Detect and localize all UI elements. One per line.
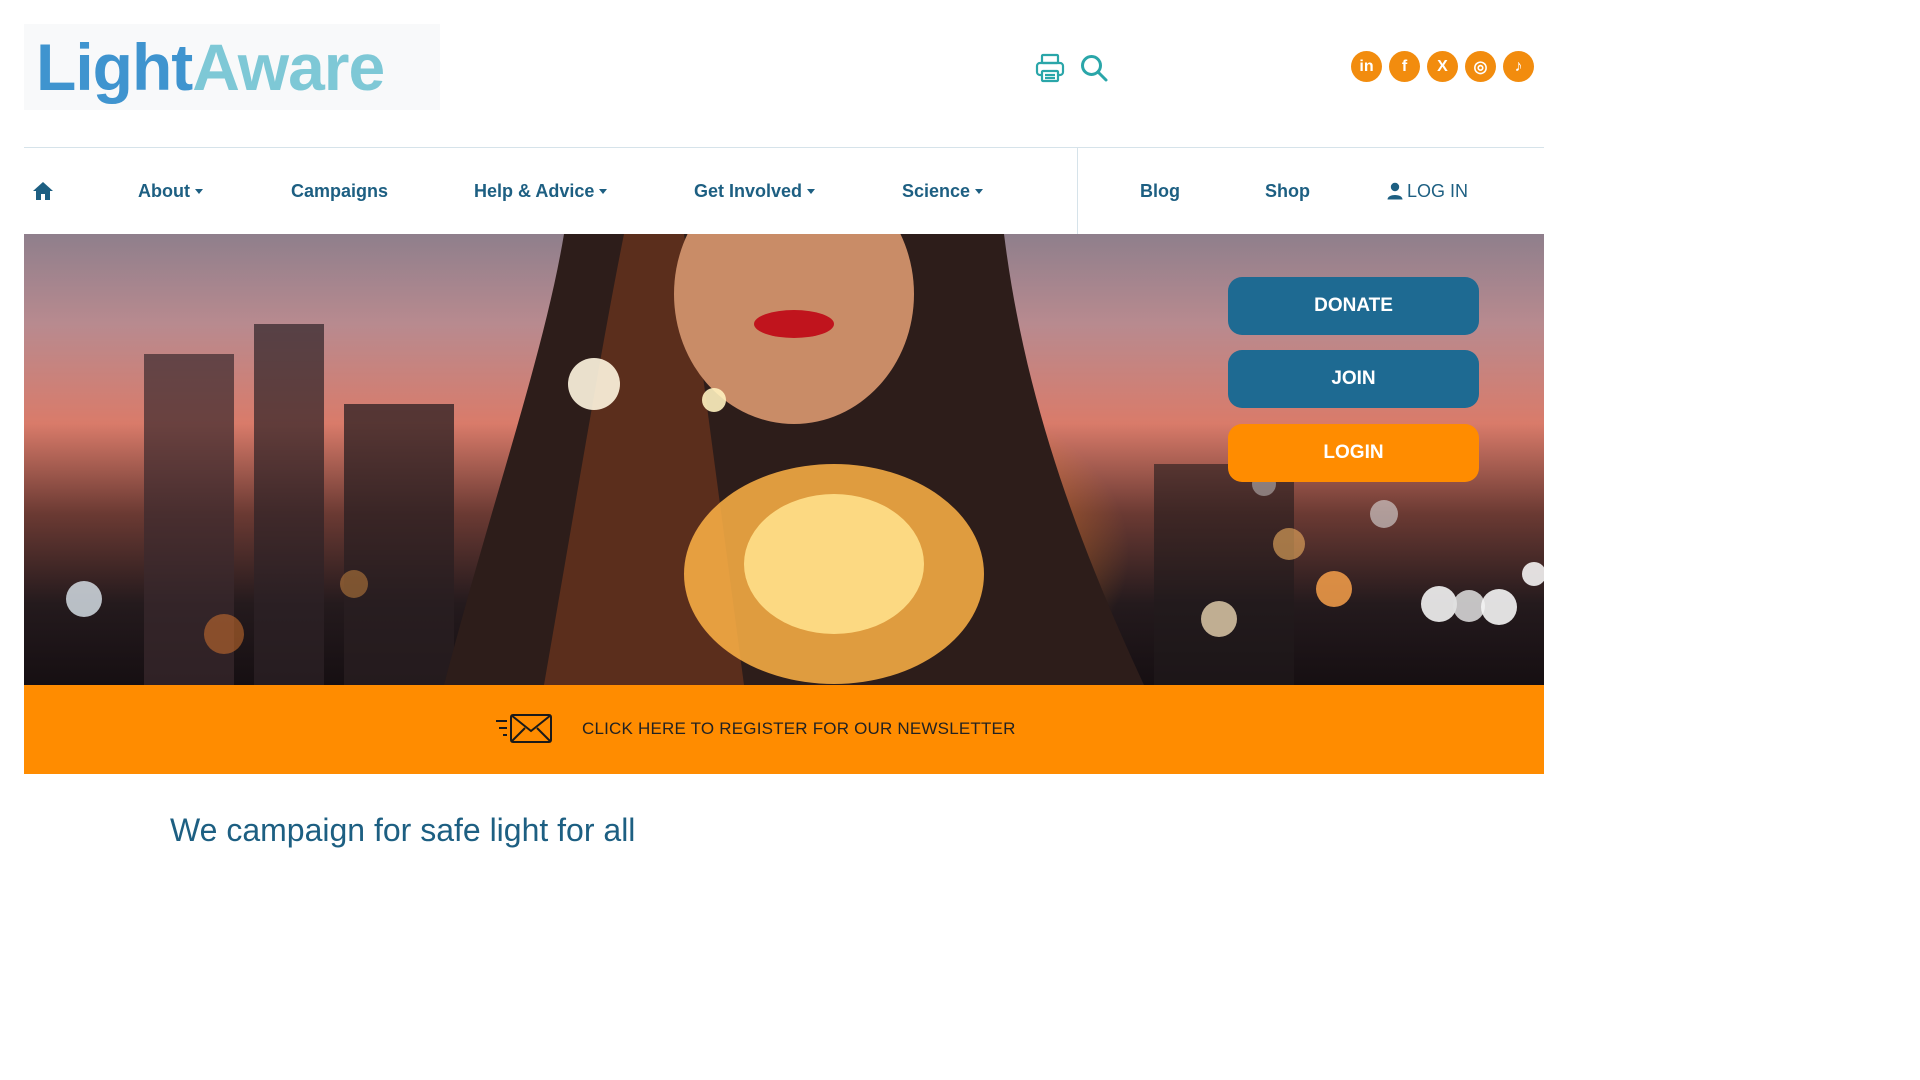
nav-shop-label: Shop <box>1265 180 1310 201</box>
home-icon <box>33 182 53 200</box>
user-icon <box>1387 182 1403 200</box>
search-icon[interactable] <box>1076 50 1112 86</box>
nav-login-label: LOG IN <box>1407 180 1469 201</box>
tiktok-icon[interactable]: ♪ <box>1503 51 1534 82</box>
x-icon[interactable]: X <box>1427 51 1458 82</box>
nav-science[interactable]: Science <box>902 148 984 234</box>
login-button[interactable]: LOGIN <box>1228 424 1479 482</box>
nav-campaigns-label: Campaigns <box>291 180 389 201</box>
nav-login[interactable]: LOG IN <box>1387 148 1468 234</box>
logo-light: Light <box>36 30 193 104</box>
logo-text: LightAware <box>36 34 385 100</box>
newsletter-banner[interactable]: CLICK HERE TO REGISTER FOR OUR NEWSLETTE… <box>24 685 1544 774</box>
chevron-down-icon <box>599 188 608 194</box>
nav-about[interactable]: About <box>138 148 203 234</box>
nav-blog-label: Blog <box>1140 180 1180 201</box>
hero-banner: DONATE JOIN LOGIN <box>24 234 1544 685</box>
envelope-icon <box>496 714 552 743</box>
nav-campaigns[interactable]: Campaigns <box>291 148 388 234</box>
nav-help-advice-label: Help & Advice <box>474 180 595 201</box>
join-button[interactable]: JOIN <box>1228 350 1479 408</box>
donate-button[interactable]: DONATE <box>1228 277 1479 335</box>
nav-divider <box>1077 148 1078 234</box>
printer-icon[interactable] <box>1032 50 1068 86</box>
nav-get-involved-label: Get Involved <box>694 180 803 201</box>
nav-home[interactable] <box>32 148 54 234</box>
logo-aware: Aware <box>192 30 385 104</box>
chevron-down-icon <box>975 188 984 194</box>
nav-shop[interactable]: Shop <box>1265 148 1310 234</box>
main-nav: About Campaigns Help & Advice Get Involv… <box>24 148 1544 234</box>
site-logo[interactable]: LightAware <box>24 24 440 110</box>
chevron-down-icon <box>194 188 203 194</box>
linkedin-icon[interactable]: in <box>1351 51 1382 82</box>
nav-blog[interactable]: Blog <box>1140 148 1180 234</box>
chevron-down-icon <box>807 188 816 194</box>
nav-help-advice[interactable]: Help & Advice <box>474 148 608 234</box>
instagram-icon[interactable]: ◎ <box>1465 51 1496 82</box>
page: LightAware in f X ◎ ♪ About Campaigns He… <box>0 0 1568 882</box>
nav-get-involved[interactable]: Get Involved <box>694 148 816 234</box>
header-tools <box>1032 50 1112 86</box>
page-tagline: We campaign for safe light for all <box>170 812 636 848</box>
nav-science-label: Science <box>902 180 971 201</box>
nav-about-label: About <box>138 180 190 201</box>
social-links: in f X ◎ ♪ <box>1351 51 1534 82</box>
facebook-icon[interactable]: f <box>1389 51 1420 82</box>
newsletter-link[interactable]: CLICK HERE TO REGISTER FOR OUR NEWSLETTE… <box>582 719 1016 739</box>
